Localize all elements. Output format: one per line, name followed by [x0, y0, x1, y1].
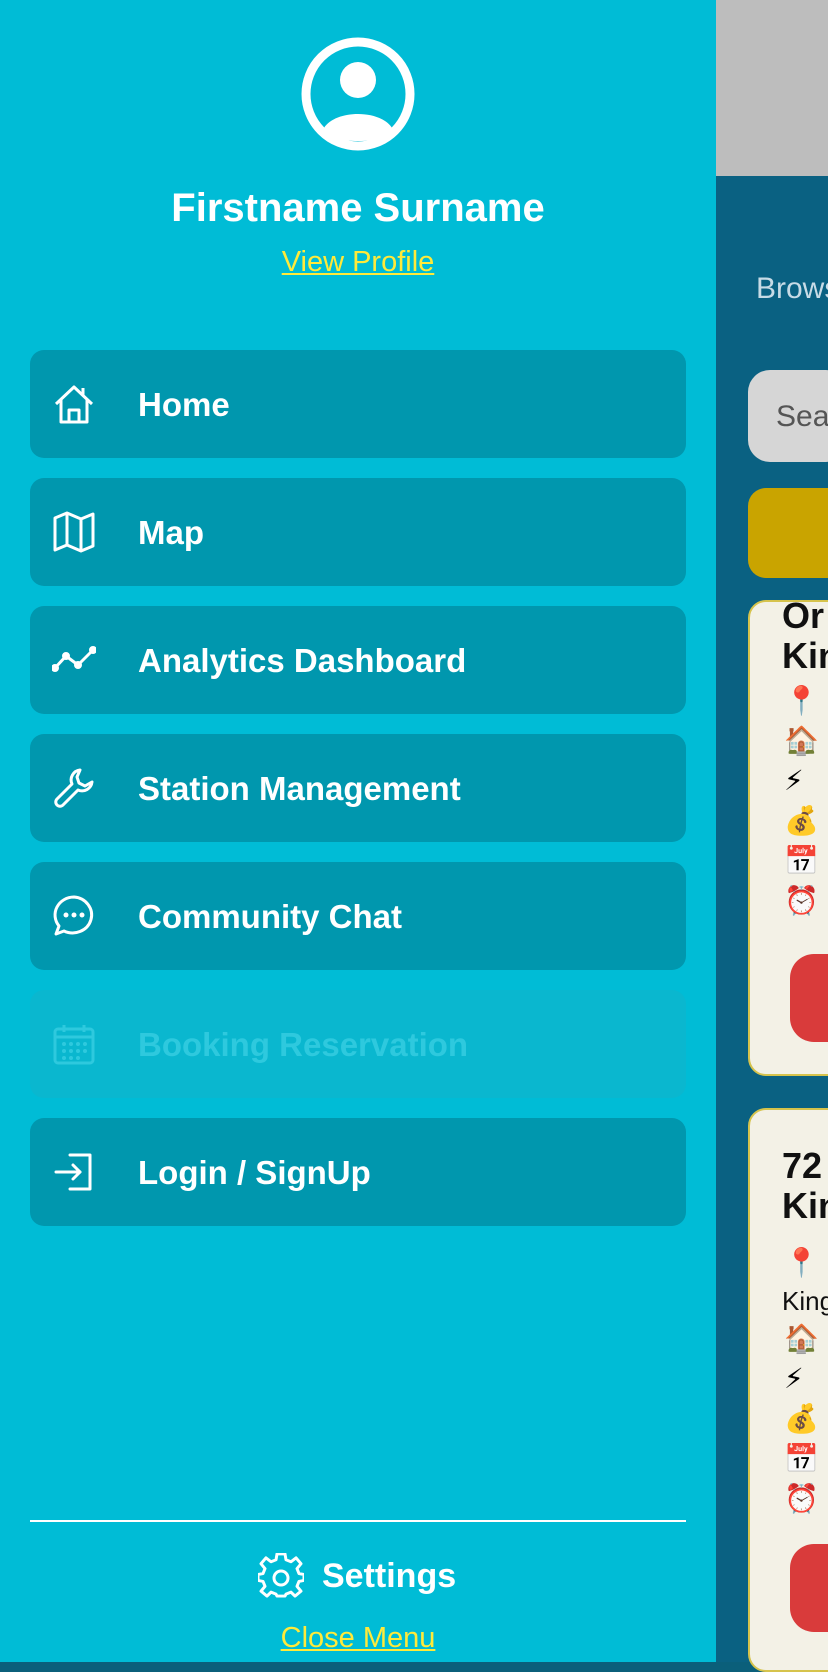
app-header — [716, 0, 828, 176]
card-action-button[interactable] — [790, 1544, 828, 1632]
card-address: King — [782, 1286, 828, 1316]
card-action-button[interactable] — [790, 954, 828, 1042]
user-name: Firstname Surname — [171, 186, 545, 230]
location-pin-icon: 📍 — [784, 685, 819, 716]
menu-item-community-chat[interactable]: Community Chat — [30, 862, 686, 970]
lightning-icon: ⚡ — [784, 1363, 804, 1394]
divider — [30, 1520, 686, 1522]
gear-icon — [258, 1553, 304, 1598]
menu-item-label: Station Management — [138, 770, 461, 807]
alarm-clock-icon: ⏰ — [784, 1483, 819, 1514]
home-icon — [54, 385, 94, 424]
house-icon: 🏠 — [784, 725, 819, 756]
trend-line-icon — [52, 646, 96, 672]
menu-item-label: Login / SignUp — [138, 1154, 371, 1191]
menu-item-home[interactable]: Home — [30, 350, 686, 458]
card-title-line1: Or — [782, 600, 825, 636]
money-bag-icon: 💰 — [784, 805, 819, 836]
map-icon — [53, 511, 95, 553]
menu-item-label: Analytics Dashboard — [138, 642, 467, 679]
settings-label: Settings — [322, 1557, 457, 1595]
money-bag-icon: 💰 — [784, 1403, 819, 1434]
menu-item-login-signup[interactable]: Login / SignUp — [30, 1118, 686, 1226]
search-input[interactable]: Sea — [748, 370, 828, 462]
browse-heading: Brows — [756, 272, 828, 305]
card-title-line1: 72 — [782, 1145, 823, 1186]
menu-item-label: Home — [138, 386, 230, 423]
lightning-icon: ⚡ — [784, 765, 804, 796]
menu-item-label: Map — [138, 514, 204, 551]
menu-item-label: Community Chat — [138, 898, 402, 935]
menu-item-booking-reservation: Booking Reservation — [30, 990, 686, 1098]
calendar-emoji-icon: 📅 — [784, 1443, 819, 1474]
menu-item-station-management[interactable]: Station Management — [30, 734, 686, 842]
location-pin-icon: 📍 — [784, 1247, 819, 1278]
view-profile-link[interactable]: View Profile — [0, 246, 716, 279]
side-drawer: Firstname Surname View Profile Home Map … — [0, 0, 716, 1662]
card-title-line2: Kin — [782, 1185, 828, 1226]
close-menu-link[interactable]: Close Menu — [0, 1622, 716, 1655]
card-title-line2: Kin — [782, 635, 828, 676]
calendar-emoji-icon: 📅 — [784, 845, 819, 876]
search-placeholder: Sea — [776, 400, 828, 433]
filter-button[interactable] — [748, 488, 828, 578]
wrench-icon — [54, 768, 94, 808]
station-card[interactable]: Or Kin 📍 🏠 ⚡ 💰 📅 ⏰ — [748, 600, 828, 1076]
calendar-icon — [53, 1025, 95, 1065]
chat-bubble-icon — [53, 895, 94, 936]
alarm-clock-icon: ⏰ — [784, 885, 819, 916]
menu-item-map[interactable]: Map — [30, 478, 686, 586]
avatar-icon[interactable] — [300, 36, 416, 152]
login-icon — [54, 1153, 92, 1191]
house-icon: 🏠 — [784, 1323, 819, 1354]
station-card[interactable]: 72 Kin 📍 King 🏠 ⚡ 💰 📅 ⏰ — [748, 1108, 828, 1672]
menu-item-label: Booking Reservation — [138, 1026, 469, 1063]
menu-item-analytics-dashboard[interactable]: Analytics Dashboard — [30, 606, 686, 714]
